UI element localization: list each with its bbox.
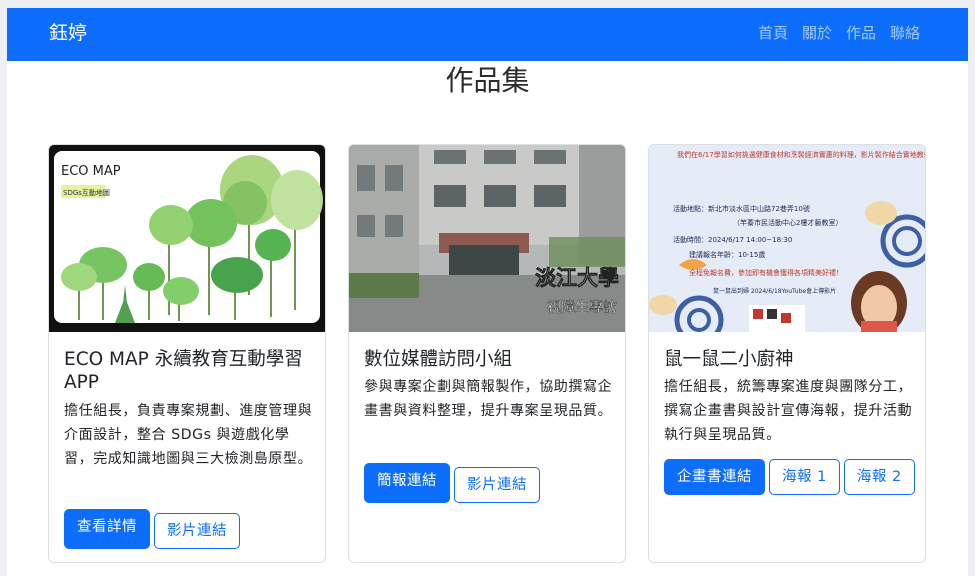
poster-location-note: （竿蓁市民活動中心2樓才藝教室） — [733, 218, 842, 227]
little-chef-poster-2-button[interactable]: 海報 2 — [843, 459, 915, 495]
nav-link-home[interactable]: 首頁 — [758, 23, 788, 43]
digital-media-video-button[interactable]: 影片連結 — [454, 467, 540, 503]
digital-media-card-actions: 簡報連結 影片連結 — [364, 463, 540, 503]
poster-footer: 鼠一鼠出到婦 2024/6/18YouTube會上傳影片 — [713, 287, 836, 295]
poster-location: 活動地點：新北市淡水區中山路72巷弄10號 — [673, 204, 810, 213]
digital-media-thumbnail: 淡江大學 視障生專訪 — [349, 145, 625, 332]
eco-map-video-button[interactable]: 影片連結 — [154, 513, 240, 549]
little-chef-card-description: 擔任組長，統籌專案進度與團隊分工，撰寫企畫書與設計宣傳海報，提升活動執行與呈現品… — [664, 379, 913, 443]
poster-time: 活動時間：2024/6/17 14:00~18:30 — [673, 235, 792, 244]
eco-map-image-title: ECO MAP — [61, 164, 121, 179]
poster-intro-line-1: 我們在6/17學習如何挑選健康食材和烹製經濟實惠的料理，影片製作結合實地教學，助… — [677, 150, 925, 159]
digital-media-slides-button[interactable]: 簡報連結 — [364, 463, 450, 503]
eco-map-card-title: ECO MAP 永續教育互動學習APP — [64, 349, 303, 393]
section-title: 作品集 — [445, 64, 530, 97]
nav-link-about[interactable]: 關於 — [802, 23, 832, 43]
nav-links: 首頁 關於 作品 聯絡 — [758, 23, 920, 43]
digital-media-card-description: 參與專案企劃與簡報製作，協助撰寫企畫書與資料整理，提升專案呈現品質。 — [364, 379, 613, 419]
digital-media-image-subtitle: 視障生專訪 — [547, 300, 617, 316]
nav-link-works[interactable]: 作品 — [846, 23, 876, 43]
little-chef-proposal-button[interactable]: 企畫書連結 — [664, 459, 765, 495]
page: 鈺婷 首頁 關於 作品 聯絡 作品集 ECO MAP SDGs互動地圖 ECO … — [7, 8, 968, 576]
eco-map-card-description: 擔任組長，負責專案規劃、進度管理與介面設計，整合 SDGs 與遊戲化學習，完成知… — [64, 403, 313, 467]
little-chef-poster-1-button[interactable]: 海報 1 — [769, 459, 840, 495]
navbar: 鈺婷 首頁 關於 作品 聯絡 — [7, 8, 968, 61]
digital-media-card-title: 數位媒體訪問小組 — [364, 349, 513, 370]
project-card-eco-map: ECO MAP SDGs互動地圖 ECO MAP 永續教育互動學習APP 擔任組… — [48, 144, 326, 563]
digital-media-image-title: 淡江大學 — [535, 266, 619, 290]
brand-link[interactable]: 鈺婷 — [49, 21, 87, 45]
poster-age: 建議報名年齡：10-15歲 — [689, 250, 765, 259]
project-card-digital-media: 淡江大學 視障生專訪 數位媒體訪問小組 參與專案企劃與簡報製作，協助撰寫企畫書與… — [348, 144, 626, 563]
project-card-little-chef: 我們在6/17學習如何挑選健康食材和烹製經濟實惠的料理，影片製作結合實地教學，助… — [648, 144, 926, 563]
little-chef-card-actions: 企畫書連結 海報 1 海報 2 — [664, 459, 915, 495]
poster-fee: 全程免報名費，參加即有機會獲得各項精美好禮！ — [689, 268, 843, 277]
eco-map-thumbnail: ECO MAP SDGs互動地圖 — [49, 145, 325, 332]
little-chef-poster-thumbnail: 我們在6/17學習如何挑選健康食材和烹製經濟實惠的料理，影片製作結合實地教學，助… — [649, 145, 925, 332]
eco-map-details-button[interactable]: 查看詳情 — [64, 509, 150, 549]
nav-link-contact[interactable]: 聯絡 — [890, 23, 920, 43]
little-chef-card-title: 鼠一鼠二小廚神 — [664, 349, 794, 370]
eco-map-card-actions: 查看詳情 影片連結 — [64, 509, 240, 549]
eco-map-image-subtitle: SDGs互動地圖 — [63, 188, 110, 197]
